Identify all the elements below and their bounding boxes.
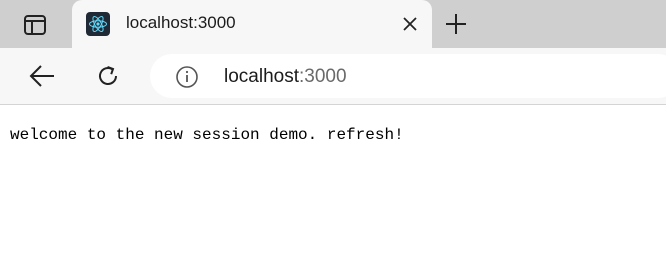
tab-actions-icon [24,15,46,35]
address-bar[interactable]: localhost:3000 [150,54,666,98]
browser-window: localhost:3000 localhost:3000 welcome to… [0,0,666,273]
back-button[interactable] [26,60,58,92]
back-arrow-icon [29,65,54,87]
new-tab-button[interactable] [442,10,470,38]
url-host: localhost [224,66,299,87]
plus-icon [446,14,466,34]
react-logo-icon [86,12,110,36]
page-content: welcome to the new session demo. refresh… [0,105,666,273]
tab-close-button[interactable] [400,14,420,34]
refresh-icon [99,66,117,85]
page-message: welcome to the new session demo. refresh… [10,126,404,144]
browser-toolbar: localhost:3000 [0,48,666,105]
site-info-button[interactable] [174,64,200,90]
tab-actions-button[interactable] [18,12,52,38]
refresh-button[interactable] [92,60,124,92]
info-icon [176,66,198,88]
tab-title: localhost:3000 [126,13,236,32]
tab-strip: localhost:3000 [0,0,666,48]
close-icon [403,17,417,31]
url-text[interactable]: localhost:3000 [224,66,347,88]
tab-localhost[interactable]: localhost:3000 [72,0,432,48]
url-port: :3000 [299,66,347,87]
